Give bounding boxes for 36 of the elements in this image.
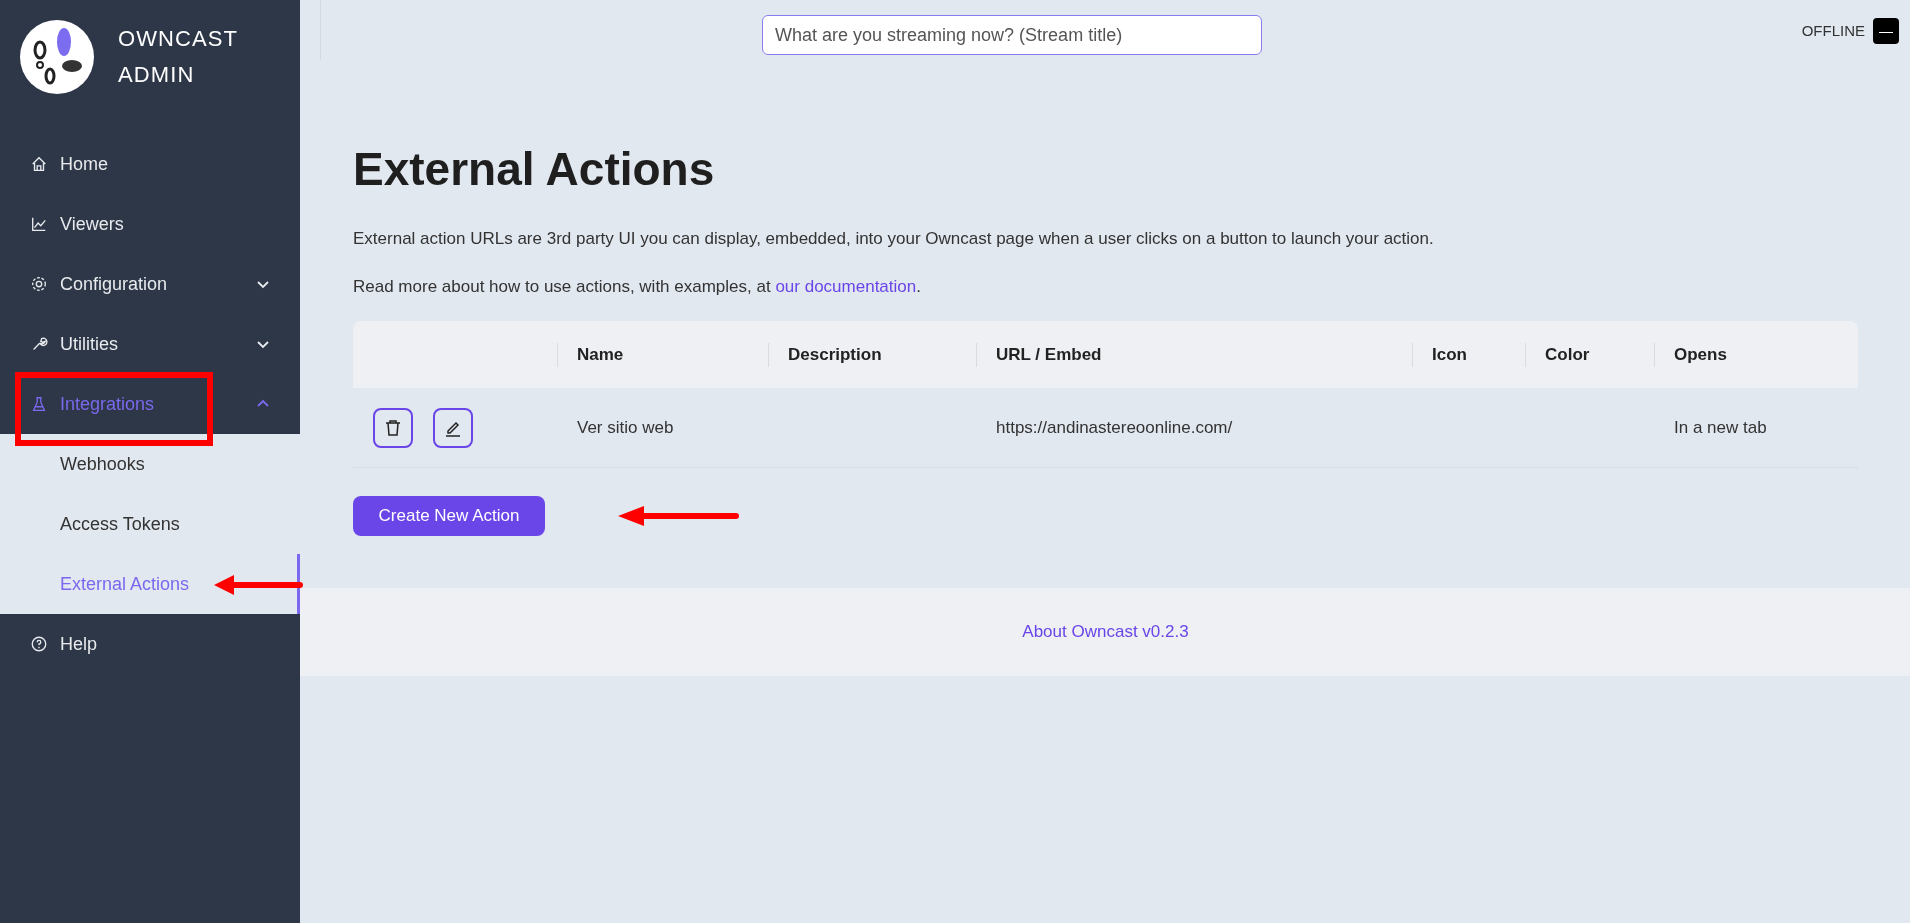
logo-icon <box>20 20 94 94</box>
column-header: Description <box>787 343 882 366</box>
about-link[interactable]: About Owncast v0.2.3 <box>1022 619 1189 645</box>
documentation-link[interactable]: our documentation <box>775 276 917 296</box>
nav-item[interactable]: Help <box>0 614 300 674</box>
nav-item[interactable]: Home <box>0 134 300 194</box>
brand-text: OWNCAST <box>118 25 239 53</box>
nav-item[interactable]: Viewers <box>0 194 300 254</box>
table-cell-text: Ver sitio web <box>576 416 674 439</box>
gear-icon <box>30 275 48 293</box>
description-text: External action URLs are 3rd party UI you can display, embedded, into your Owncast page when a user clicks on a button to launch your action. <box>353 228 1435 250</box>
stream-title-field[interactable]: What are you streaming now? (Stream title) <box>762 15 1262 55</box>
submenu-item[interactable]: Webhooks <box>0 434 300 494</box>
nav-item[interactable]: Utilities <box>0 314 300 374</box>
chart-icon <box>30 215 48 233</box>
column-header: Opens <box>1673 343 1727 366</box>
help-icon <box>30 635 48 653</box>
status-text: OFFLINE <box>1801 20 1865 41</box>
submenu-item[interactable]: Access Tokens <box>0 494 300 554</box>
documentation-text: Read more about how to use actions, with examples, at our documentation. <box>353 275 922 298</box>
table-cell-text: https://andinastereoonline.com/ <box>995 416 1233 439</box>
create-action-button[interactable]: Create New Action <box>353 496 545 536</box>
delete-button[interactable] <box>373 407 413 448</box>
column-header: URL / Embed <box>995 343 1102 366</box>
page-title: External Actions <box>353 146 716 192</box>
table-cell-text: In a new tab <box>1673 416 1767 439</box>
brand-text: ADMIN <box>118 61 196 89</box>
flask-icon <box>30 395 48 413</box>
column-header: Color <box>1544 343 1590 366</box>
nav-item[interactable]: Configuration <box>0 254 300 314</box>
status-button[interactable]: — <box>1873 18 1899 44</box>
column-header: Icon <box>1431 343 1467 366</box>
trash-icon <box>384 418 402 437</box>
column-header: Name <box>576 343 624 366</box>
edit-button[interactable] <box>433 407 473 448</box>
home-icon <box>30 155 48 173</box>
